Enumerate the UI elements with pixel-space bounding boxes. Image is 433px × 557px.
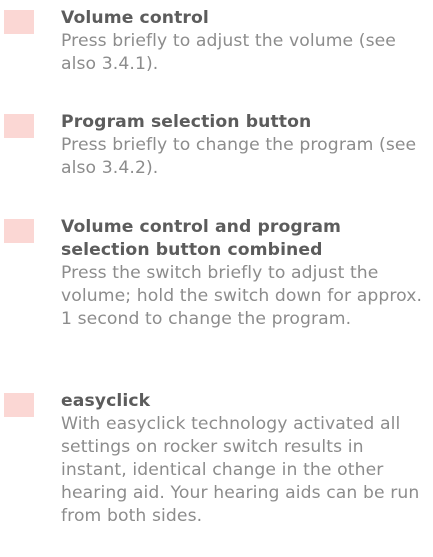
- entry-description: Press briefly to change the program (see…: [61, 135, 417, 178]
- swatch-icon: [4, 10, 34, 34]
- entry-heading: Volume control: [61, 8, 209, 28]
- control-descriptions-page: Volume control Press briefly to adjust t…: [0, 0, 433, 557]
- entry-heading: easyclick: [61, 391, 151, 411]
- entry-heading: Volume control and program selection but…: [61, 217, 342, 260]
- entry-content: easyclick With easyclick technology acti…: [61, 390, 429, 528]
- entry-content: Volume control Press briefly to adjust t…: [61, 7, 429, 76]
- entry-description: Press briefly to adjust the volume (see …: [61, 31, 396, 74]
- entry-content: Program selection button Press briefly t…: [61, 111, 429, 180]
- swatch-icon: [4, 393, 34, 417]
- entry-description: Press the switch briefly to adjust the v…: [61, 263, 423, 329]
- entry-description: With easyclick technology activated all …: [61, 414, 420, 526]
- entry-heading: Program selection button: [61, 112, 312, 132]
- swatch-icon: [4, 114, 34, 138]
- entry-content: Volume control and program selection but…: [61, 216, 429, 331]
- swatch-icon: [4, 219, 34, 243]
